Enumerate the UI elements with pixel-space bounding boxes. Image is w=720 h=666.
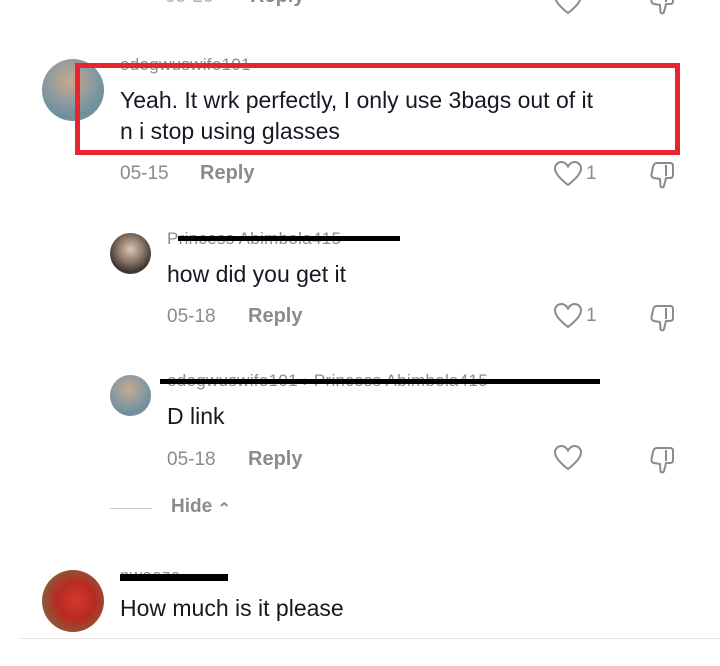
like-count: 1 — [586, 305, 597, 326]
redaction-bar — [120, 574, 228, 581]
like-count: 1 — [586, 163, 597, 184]
divider — [20, 638, 720, 639]
top-date: 05-20 — [165, 0, 214, 8]
dislike-icon[interactable] — [648, 160, 678, 190]
dislike-icon[interactable] — [648, 303, 678, 333]
redaction-bar — [160, 379, 600, 384]
reply-date: 05-18 — [167, 306, 216, 327]
comment-text: How much is it please — [120, 595, 344, 621]
chevron-up-icon: ⌃ — [217, 501, 231, 518]
hide-label: Hide — [171, 496, 213, 517]
heart-icon[interactable] — [553, 160, 583, 188]
comment-date: 05-15 — [120, 163, 169, 184]
avatar[interactable] — [110, 233, 151, 274]
reply-button[interactable]: Reply — [248, 448, 302, 471]
avatar[interactable] — [42, 570, 104, 632]
reply-text: how did you get it — [167, 261, 347, 287]
reply-date: 05-18 — [167, 449, 216, 470]
reply-button[interactable]: Reply — [200, 162, 254, 185]
dislike-icon[interactable] — [648, 445, 678, 475]
hide-replies-button[interactable]: Hide ⌃ — [171, 496, 231, 518]
highlight-box — [75, 63, 680, 155]
top-reply-button[interactable]: Reply — [250, 0, 304, 8]
reply-text: D link — [167, 403, 225, 429]
heart-icon[interactable] — [553, 302, 583, 330]
hide-divider — [110, 508, 152, 509]
dislike-icon[interactable] — [648, 0, 678, 16]
heart-icon[interactable] — [553, 0, 583, 16]
reply-button[interactable]: Reply — [248, 305, 302, 328]
redaction-bar — [178, 236, 400, 241]
heart-icon[interactable] — [553, 444, 583, 472]
avatar[interactable] — [110, 375, 151, 416]
